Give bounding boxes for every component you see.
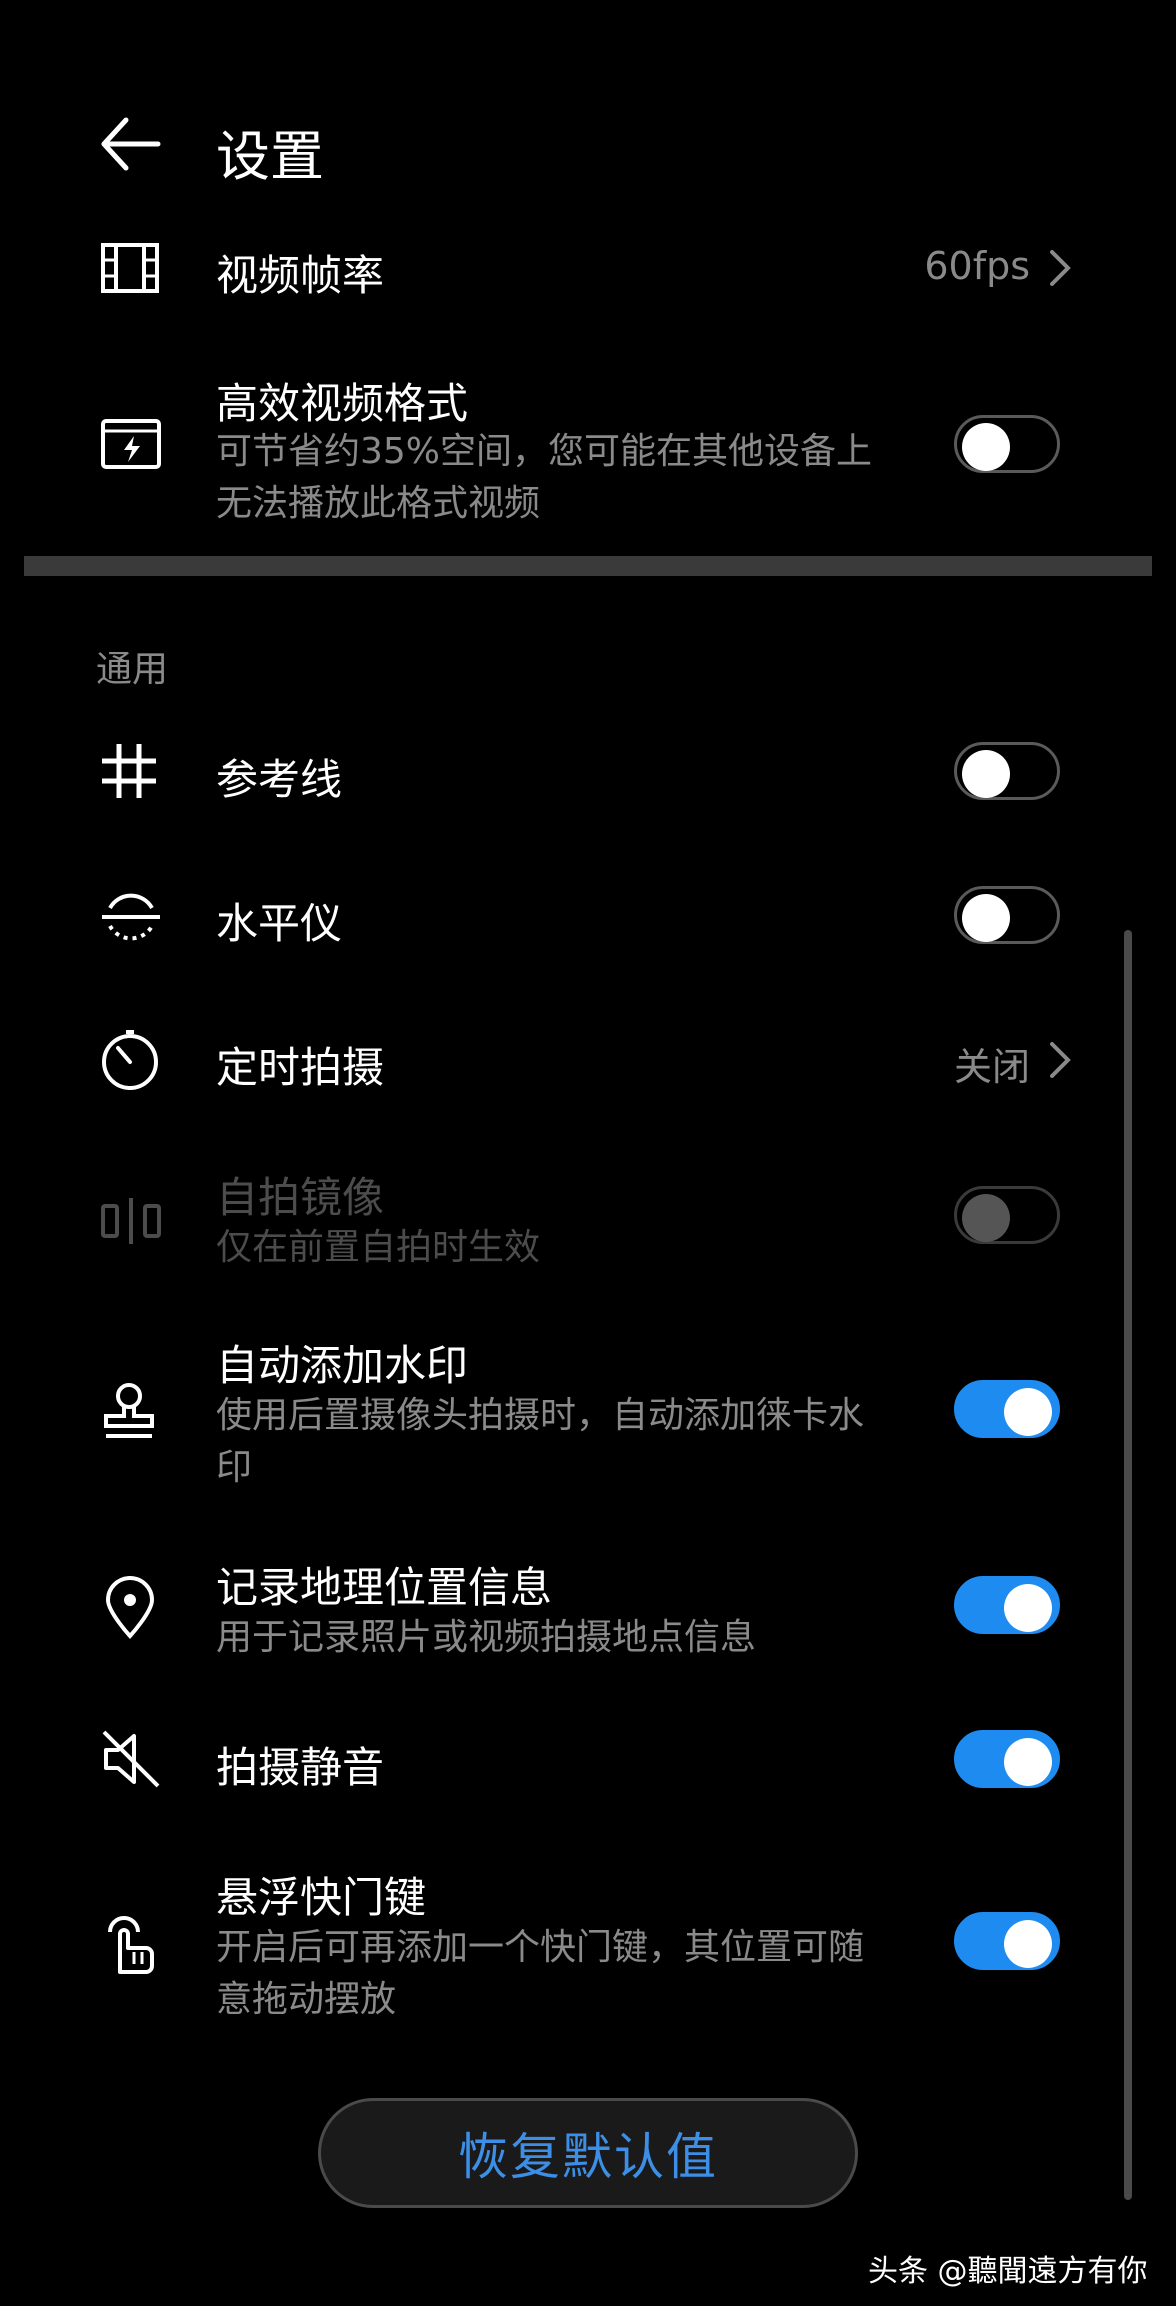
touch-hand-icon <box>100 1912 158 1976</box>
floating-shutter-subtitle: 开启后可再添加一个快门键，其位置可随意拖动摆放 <box>216 1927 865 2020</box>
level-row[interactable]: 水平仪 <box>0 866 1176 966</box>
mirror-icon <box>100 1196 162 1246</box>
watermark-subtitle: 使用后置摄像头拍摄时，自动添加徕卡水印 <box>216 1395 865 1488</box>
grid-label: 参考线 <box>216 755 343 804</box>
back-arrow-icon[interactable] <box>98 112 162 176</box>
reset-defaults-button[interactable]: 恢复默认值 <box>318 2098 858 2208</box>
source-watermark: 头条 @聽聞遠方有你 <box>868 2254 1148 2289</box>
watermark-toggle[interactable] <box>954 1380 1060 1438</box>
location-subtitle: 用于记录照片或视频拍摄地点信息 <box>216 1617 757 1658</box>
floating-shutter-label: 悬浮快门键 <box>216 1873 427 1922</box>
stamp-icon <box>100 1382 158 1440</box>
grid-toggle[interactable] <box>954 742 1060 800</box>
hevc-icon <box>100 418 162 470</box>
watermark-row[interactable]: 自动添加水印 使用后置摄像头拍摄时，自动添加徕卡水印 <box>0 1330 1176 1500</box>
location-row[interactable]: 记录地理位置信息 用于记录照片或视频拍摄地点信息 <box>0 1550 1176 1670</box>
floating-shutter-toggle[interactable] <box>954 1912 1060 1970</box>
location-pin-icon <box>104 1576 156 1640</box>
location-toggle[interactable] <box>954 1576 1060 1634</box>
timer-value: 关闭 <box>953 1045 1030 1089</box>
scrollbar[interactable] <box>1124 930 1132 2200</box>
level-toggle[interactable] <box>954 886 1060 944</box>
mute-toggle[interactable] <box>954 1730 1060 1788</box>
mirror-row: 自拍镜像 仅在前置自拍时生效 <box>0 1160 1176 1280</box>
mute-row[interactable]: 拍摄静音 <box>0 1710 1176 1810</box>
mirror-label: 自拍镜像 <box>216 1173 385 1222</box>
timer-label: 定时拍摄 <box>216 1043 385 1092</box>
chevron-right-icon <box>1048 248 1074 288</box>
timer-icon <box>98 1028 162 1092</box>
section-divider <box>24 556 1152 576</box>
level-label: 水平仪 <box>216 899 343 948</box>
video-fps-value: 60fps <box>924 244 1030 288</box>
section-header-general: 通用 <box>96 649 169 690</box>
location-label: 记录地理位置信息 <box>216 1563 553 1612</box>
page-title: 设置 <box>216 125 324 188</box>
mirror-toggle <box>954 1186 1060 1244</box>
video-fps-row[interactable]: 视频帧率 60fps <box>0 220 1176 320</box>
floating-shutter-row[interactable]: 悬浮快门键 开启后可再添加一个快门键，其位置可随意拖动摆放 <box>0 1860 1176 2030</box>
mirror-subtitle: 仅在前置自拍时生效 <box>216 1227 541 1268</box>
grid-icon <box>100 742 158 800</box>
mute-label: 拍摄静音 <box>216 1743 385 1792</box>
grid-row[interactable]: 参考线 <box>0 722 1176 822</box>
timer-row[interactable]: 定时拍摄 关闭 <box>0 1010 1176 1110</box>
watermark-label: 自动添加水印 <box>216 1341 469 1390</box>
efficient-format-subtitle: 可节省约35%空间，您可能在其他设备上无法播放此格式视频 <box>216 431 873 524</box>
film-icon <box>100 242 160 294</box>
chevron-right-icon <box>1048 1040 1074 1080</box>
efficient-format-label: 高效视频格式 <box>216 379 469 428</box>
efficient-format-row[interactable]: 高效视频格式 可节省约35%空间，您可能在其他设备上无法播放此格式视频 <box>0 360 1176 530</box>
efficient-format-toggle[interactable] <box>954 415 1060 473</box>
level-icon <box>100 886 162 948</box>
mute-icon <box>100 1728 162 1790</box>
video-fps-label: 视频帧率 <box>216 251 385 300</box>
